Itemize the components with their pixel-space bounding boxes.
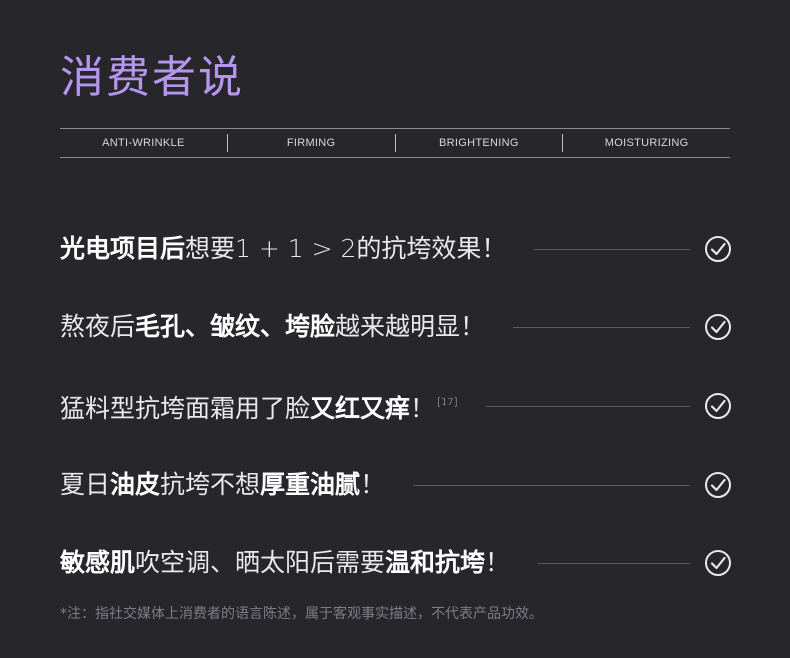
check-circle-icon [705, 472, 731, 498]
quote-plain: 熬夜后 [60, 312, 136, 341]
quote-emphasis: 温和抗垮 [385, 548, 486, 577]
tag-brightening: BRIGHTENING [439, 137, 519, 149]
quote-emphasis: 又红又痒 [310, 394, 411, 423]
leader-line [534, 248, 690, 250]
check-circle-icon [705, 314, 731, 340]
disclaimer-note: *注：指社交媒体上消费者的语言陈述，属于客观事实描述，不代表产品功效。 [60, 606, 543, 622]
quote-plain: 猛料型抗垮面霜用了脸 [60, 394, 311, 423]
quote-plain: 越来越明显！ [335, 312, 486, 341]
tag-firming: FIRMING [286, 137, 336, 149]
tag-anti-wrinkle: ANTI-WRINKLE [102, 137, 185, 149]
quote-text: 光电项目后想要1 + 1 > 2的抗垮效果！ [60, 229, 506, 269]
benefit-tag-bar: ANTI-WRINKLE FIRMING BRIGHTENING MOISTUR… [60, 128, 730, 158]
quote-text: 敏感肌吹空调、晒太阳后需要温和抗垮！ [60, 543, 510, 583]
quote-plain: 夏日 [60, 470, 111, 499]
citation-marker: [17] [437, 397, 458, 408]
consumer-quote-row: 熬夜后毛孔、皱纹、垮脸越来越明显！ [60, 307, 732, 347]
quote-plain: 吹空调、晒太阳后需要 [135, 548, 386, 577]
page-title: 消费者说 [60, 52, 244, 103]
leader-line [413, 484, 690, 486]
check-circle-icon [705, 550, 731, 576]
quote-text: 夏日油皮抗垮不想厚重油腻！ [60, 465, 385, 505]
quote-plain: ！ [360, 470, 386, 499]
leader-line [513, 326, 690, 328]
consumer-quote-row: 夏日油皮抗垮不想厚重油腻！ [60, 465, 732, 505]
quote-plain: ！ [410, 394, 436, 423]
leader-line [485, 405, 690, 407]
leader-line [538, 562, 690, 564]
consumer-quote-row: 敏感肌吹空调、晒太阳后需要温和抗垮！ [60, 543, 732, 583]
quote-plain: 想要1 + 1 > 2的抗垮效果！ [185, 234, 507, 263]
quote-emphasis: 毛孔、皱纹、垮脸 [135, 312, 336, 341]
quote-emphasis: 厚重油腻 [260, 470, 361, 499]
quote-emphasis: 油皮 [110, 470, 161, 499]
consumer-quote-row: 光电项目后想要1 + 1 > 2的抗垮效果！ [60, 229, 732, 269]
check-circle-icon [705, 393, 731, 419]
check-circle-icon [705, 236, 731, 262]
quote-text: 猛料型抗垮面霜用了脸又红又痒！ [17] [60, 383, 458, 429]
quote-text: 熬夜后毛孔、皱纹、垮脸越来越明显！ [60, 307, 485, 347]
quote-emphasis: 光电项目后 [60, 234, 186, 263]
tag-moisturizing: MOISTURIZING [604, 137, 689, 149]
quote-plain: ！ [485, 548, 511, 577]
quote-emphasis: 敏感肌 [60, 548, 136, 577]
consumer-quote-row: 猛料型抗垮面霜用了脸又红又痒！ [17] [60, 386, 732, 426]
quote-plain: 抗垮不想 [160, 470, 261, 499]
